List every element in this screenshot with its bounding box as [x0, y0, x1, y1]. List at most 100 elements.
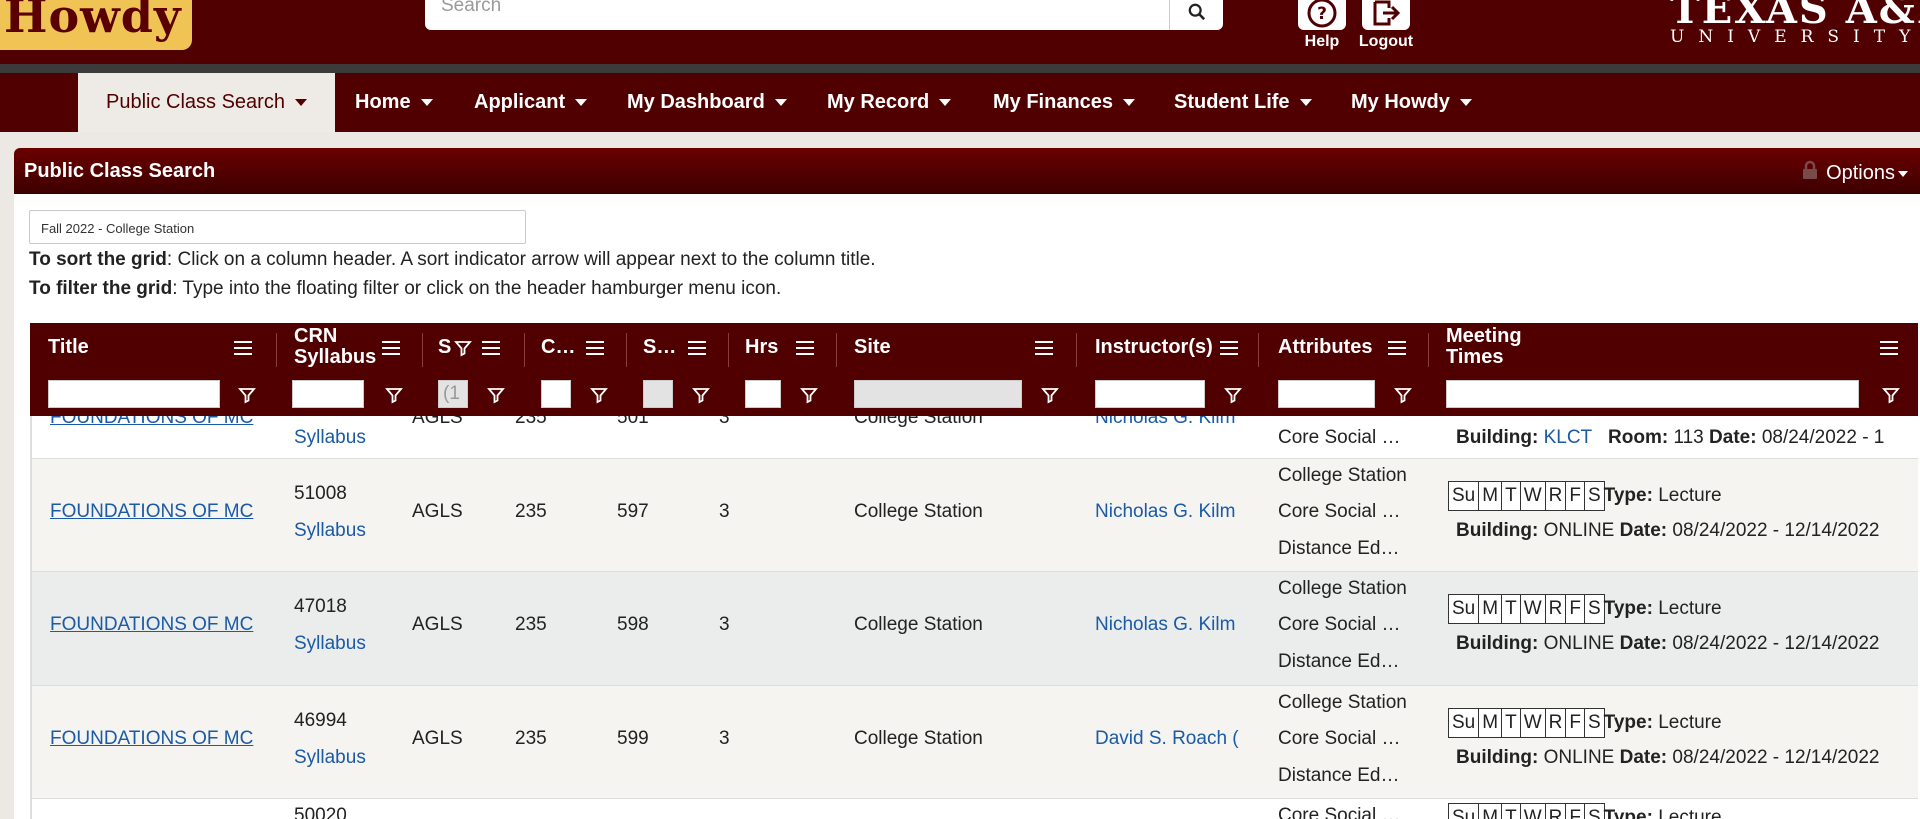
column-divider: [728, 333, 729, 367]
attribute-cell: College Station: [1278, 465, 1407, 486]
howdy-logo[interactable]: Howdy: [0, 0, 192, 50]
column-header-crn[interactable]: CRN Syllabus: [294, 326, 376, 368]
course-title-link[interactable]: FOUNDATIONS OF MC: [50, 501, 260, 523]
chevron-down-icon: [1299, 99, 1312, 107]
main-nav: Public Class Search Home Applicant My Da…: [0, 73, 1920, 132]
filter-icon[interactable]: [590, 386, 608, 404]
instructor-link[interactable]: David S. Roach (: [1095, 728, 1245, 750]
section-filter-input[interactable]: [643, 380, 673, 408]
subject-cell: AGLS: [412, 728, 463, 749]
filter-icon[interactable]: [800, 386, 818, 404]
search-input[interactable]: [441, 0, 1191, 18]
table-row[interactable]: 50020 Core Social … Su M T W R F S Type: Lectur…: [32, 799, 1918, 819]
panel-header: Public Class Search Options: [14, 148, 1920, 194]
help-label: Help: [1304, 33, 1340, 50]
nav-student-life[interactable]: Student Life: [1174, 73, 1312, 132]
crn-cell: 46994: [294, 710, 347, 731]
meeting-cell: Building: KLCT Room: 113 Date: 08/24/202…: [1456, 427, 1885, 448]
column-menu-icon[interactable]: [586, 341, 604, 355]
term-select[interactable]: Fall 2022 - College Station: [29, 210, 526, 244]
column-header-title[interactable]: Title: [48, 337, 89, 358]
header-divider: [0, 64, 1920, 73]
help-button[interactable]: ? Help: [1292, 0, 1352, 51]
syllabus-link[interactable]: Syllabus: [294, 747, 366, 769]
logout-button[interactable]: Logout: [1356, 0, 1416, 51]
column-header-site[interactable]: Site: [854, 337, 891, 358]
instructor-link[interactable]: Nicholas G. Kilm: [1095, 501, 1245, 523]
course-cell: 235: [515, 501, 547, 522]
column-header-instructor[interactable]: Instructor(s): [1095, 337, 1213, 358]
nav-my-dashboard[interactable]: My Dashboard: [627, 73, 787, 132]
column-divider: [276, 333, 277, 367]
column-menu-icon[interactable]: [1220, 341, 1238, 355]
course-cell: 235: [515, 728, 547, 749]
nav-public-class-search[interactable]: Public Class Search: [78, 73, 335, 132]
filter-hint: To filter the grid: Type into the floati…: [29, 278, 782, 299]
chevron-down-icon: [939, 99, 952, 107]
filter-icon[interactable]: [385, 386, 403, 404]
filter-icon[interactable]: [238, 386, 256, 404]
nav-my-howdy[interactable]: My Howdy: [1351, 73, 1472, 132]
hours-filter-input[interactable]: [745, 380, 781, 408]
meeting-days: Su M T W R F S Type: Lecture: [1448, 594, 1722, 624]
nav-my-record[interactable]: My Record: [827, 73, 952, 132]
attributes-filter-input[interactable]: [1278, 380, 1375, 408]
filter-icon[interactable]: [692, 386, 710, 404]
chevron-down-icon: [294, 99, 307, 107]
options-menu[interactable]: Options: [1826, 162, 1908, 185]
hours-cell: 3: [719, 501, 730, 522]
column-menu-icon[interactable]: [688, 341, 706, 355]
column-divider: [836, 333, 837, 367]
instructor-link[interactable]: Nicholas G. Kilm: [1095, 614, 1245, 636]
column-divider: [422, 333, 423, 367]
attribute-cell: College Station: [1278, 578, 1407, 599]
chevron-down-icon: [1459, 99, 1472, 107]
chevron-down-icon: [1898, 170, 1908, 177]
table-row[interactable]: FOUNDATIONS OF MC 47018 Syllabus AGLS 23…: [32, 572, 1918, 686]
university-logo[interactable]: TEXAS A&M UNIVERSITY: [1670, 0, 1920, 47]
column-header-hours[interactable]: Hrs: [745, 337, 778, 358]
nav-home[interactable]: Home: [355, 73, 433, 132]
column-menu-icon[interactable]: [1035, 341, 1053, 355]
instructor-filter-input[interactable]: [1095, 380, 1205, 408]
search-button[interactable]: [1169, 0, 1223, 30]
column-header-attributes[interactable]: Attributes: [1278, 337, 1372, 358]
course-filter-input[interactable]: [541, 380, 571, 408]
filter-icon[interactable]: [1041, 386, 1059, 404]
syllabus-link[interactable]: Syllabus: [294, 520, 366, 542]
course-title-link[interactable]: FOUNDATIONS OF MC: [50, 728, 260, 750]
filter-icon[interactable]: [1224, 386, 1242, 404]
syllabus-link[interactable]: Syllabus: [294, 633, 366, 655]
site-filter-input[interactable]: [854, 380, 1022, 408]
help-icon: ?: [1307, 0, 1337, 28]
filter-icon[interactable]: [487, 386, 505, 404]
site-cell: College Station: [854, 614, 983, 635]
column-menu-icon[interactable]: [382, 341, 400, 355]
column-header-meeting-times[interactable]: Meeting Times: [1446, 326, 1522, 368]
meeting-location: Building: ONLINE Date: 08/24/2022 - 12/1…: [1456, 747, 1880, 768]
column-menu-icon[interactable]: [1880, 341, 1898, 355]
nav-my-finances[interactable]: My Finances: [993, 73, 1136, 132]
column-menu-icon[interactable]: [482, 341, 500, 355]
filter-icon[interactable]: [1882, 386, 1900, 404]
course-title-link[interactable]: FOUNDATIONS OF MC: [50, 614, 260, 636]
crn-filter-input[interactable]: [292, 380, 364, 408]
table-row[interactable]: FOUNDATIONS OF MC 51008 Syllabus AGLS 23…: [32, 459, 1918, 572]
column-menu-icon[interactable]: [796, 341, 814, 355]
column-menu-icon[interactable]: [234, 341, 252, 355]
building-link[interactable]: KLCT: [1544, 427, 1593, 448]
column-divider: [1258, 333, 1259, 367]
subject-filter-input[interactable]: (1: [438, 380, 468, 408]
column-header-subject[interactable]: S: [438, 337, 451, 358]
filter-icon[interactable]: [1394, 386, 1412, 404]
table-row[interactable]: FOUNDATIONS OF MC 46994 Syllabus AGLS 23…: [32, 686, 1918, 799]
title-filter-input[interactable]: [48, 380, 220, 408]
column-header-course[interactable]: C…: [541, 337, 575, 358]
syllabus-link[interactable]: Syllabus: [294, 427, 366, 449]
column-menu-icon[interactable]: [1388, 341, 1406, 355]
column-divider: [626, 333, 627, 367]
meeting-days: Su M T W R F S Type: Lecture: [1448, 803, 1722, 819]
meeting-times-filter-input[interactable]: [1446, 380, 1859, 408]
column-header-section[interactable]: S…: [643, 337, 676, 358]
nav-applicant[interactable]: Applicant: [474, 73, 588, 132]
